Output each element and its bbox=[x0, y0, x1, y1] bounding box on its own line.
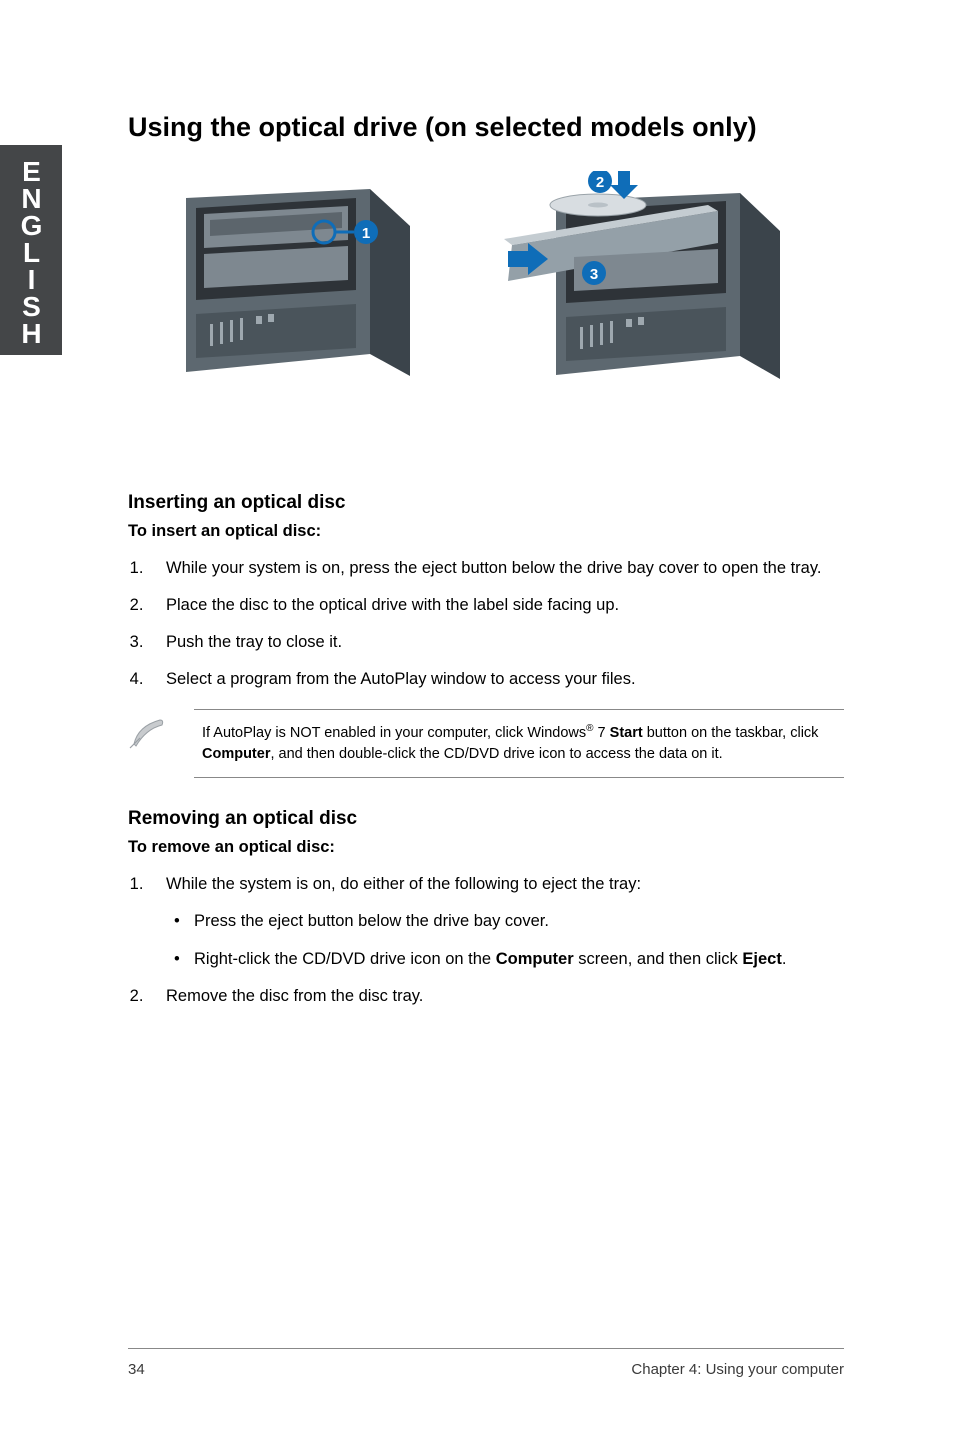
note-feather-icon bbox=[128, 716, 172, 750]
marker-2: 2 bbox=[596, 174, 604, 191]
chapter-label: Chapter 4: Using your computer bbox=[631, 1361, 844, 1378]
figure-tower-open: 2 3 bbox=[448, 171, 798, 436]
remove-step-1-text: While the system is on, do either of the… bbox=[166, 875, 641, 893]
remove-step-2: Remove the disc from the disc tray. bbox=[148, 985, 844, 1008]
remove-heading: Removing an optical disc bbox=[128, 808, 844, 830]
note-text-pre: If AutoPlay is NOT enabled in your compu… bbox=[202, 725, 586, 741]
note-reg: ® bbox=[586, 723, 593, 734]
note-start-bold: Start bbox=[610, 725, 643, 741]
page-title: Using the optical drive (on selected mod… bbox=[128, 110, 844, 145]
insert-heading: Inserting an optical disc bbox=[128, 492, 844, 514]
remove-b2-end: . bbox=[782, 950, 787, 968]
note-computer-bold: Computer bbox=[202, 746, 270, 762]
remove-steps: While the system is on, do either of the… bbox=[128, 873, 844, 1007]
insert-step-1: While your system is on, press the eject… bbox=[148, 557, 844, 580]
remove-bullet-1: Press the eject button below the drive b… bbox=[194, 910, 844, 933]
insert-steps: While your system is on, press the eject… bbox=[128, 557, 844, 691]
page-number: 34 bbox=[128, 1361, 145, 1378]
insert-step-2: Place the disc to the optical drive with… bbox=[148, 594, 844, 617]
note-box: If AutoPlay is NOT enabled in your compu… bbox=[194, 709, 844, 778]
marker-3: 3 bbox=[590, 266, 598, 283]
note-after-start: button on the taskbar, click bbox=[643, 725, 819, 741]
figure-tower-closed: 1 bbox=[128, 186, 428, 436]
page-footer: 34 Chapter 4: Using your computer bbox=[128, 1348, 844, 1378]
insert-sub: To insert an optical disc: bbox=[128, 522, 844, 541]
note-tail: , and then double-click the CD/DVD drive… bbox=[270, 746, 722, 762]
remove-step-1: While the system is on, do either of the… bbox=[148, 873, 844, 970]
marker-1: 1 bbox=[362, 225, 370, 242]
page-content: Using the optical drive (on selected mod… bbox=[0, 0, 954, 1438]
note-text-mid: 7 bbox=[594, 725, 610, 741]
remove-b2-pre: Right-click the CD/DVD drive icon on the bbox=[194, 950, 496, 968]
remove-bullets: Press the eject button below the drive b… bbox=[166, 910, 844, 970]
remove-b2-computer: Computer bbox=[496, 950, 574, 968]
remove-sub: To remove an optical disc: bbox=[128, 838, 844, 857]
figures-row: 1 bbox=[128, 171, 844, 436]
insert-step-3: Push the tray to close it. bbox=[148, 631, 844, 654]
insert-step-4: Select a program from the AutoPlay windo… bbox=[148, 668, 844, 691]
remove-bullet-2: Right-click the CD/DVD drive icon on the… bbox=[194, 948, 844, 971]
remove-b2-eject: Eject bbox=[742, 950, 781, 968]
remove-b2-mid: screen, and then click bbox=[574, 950, 743, 968]
